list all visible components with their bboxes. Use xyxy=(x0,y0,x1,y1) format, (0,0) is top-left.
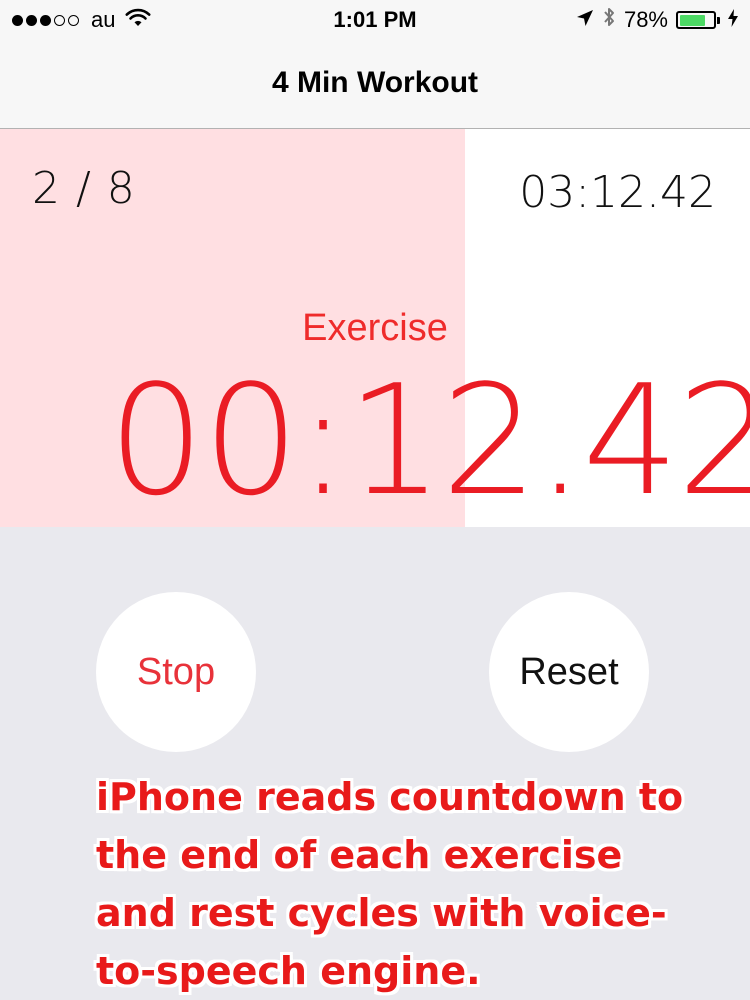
location-arrow-icon xyxy=(576,7,594,33)
caption-line: the end of each exercise xyxy=(96,833,623,877)
charging-bolt-icon xyxy=(728,7,738,33)
battery-percent: 78% xyxy=(623,7,668,32)
timer-panel: 2 / 8 03:12.42 Exercise 00:12.42 xyxy=(0,129,750,527)
phase-label-text: Exercise xyxy=(302,307,448,349)
caption-overlay: iPhone reads countdown to the end of eac… xyxy=(96,768,716,1000)
total-remaining-time: 03:12.42 xyxy=(519,167,716,218)
interval-countdown: 00:12.42 xyxy=(108,352,750,527)
caption-line: iPhone reads countdown to xyxy=(96,775,684,819)
phase-label: Exercise xyxy=(0,307,750,350)
navigation-bar: 4 Min Workout xyxy=(0,40,750,129)
stop-button[interactable]: Stop xyxy=(96,592,256,752)
caption-line: and rest cycles with voice- xyxy=(96,891,667,935)
bluetooth-icon xyxy=(602,6,616,34)
battery-icon xyxy=(676,11,720,29)
caption-line: to-speech engine. xyxy=(96,949,481,993)
page-title: 4 Min Workout xyxy=(271,66,479,99)
round-counter: 2 / 8 xyxy=(32,163,136,214)
reset-button[interactable]: Reset xyxy=(489,592,649,752)
status-bar: au 1:01 PM 78% xyxy=(0,0,750,40)
status-right: 78% xyxy=(576,6,738,34)
